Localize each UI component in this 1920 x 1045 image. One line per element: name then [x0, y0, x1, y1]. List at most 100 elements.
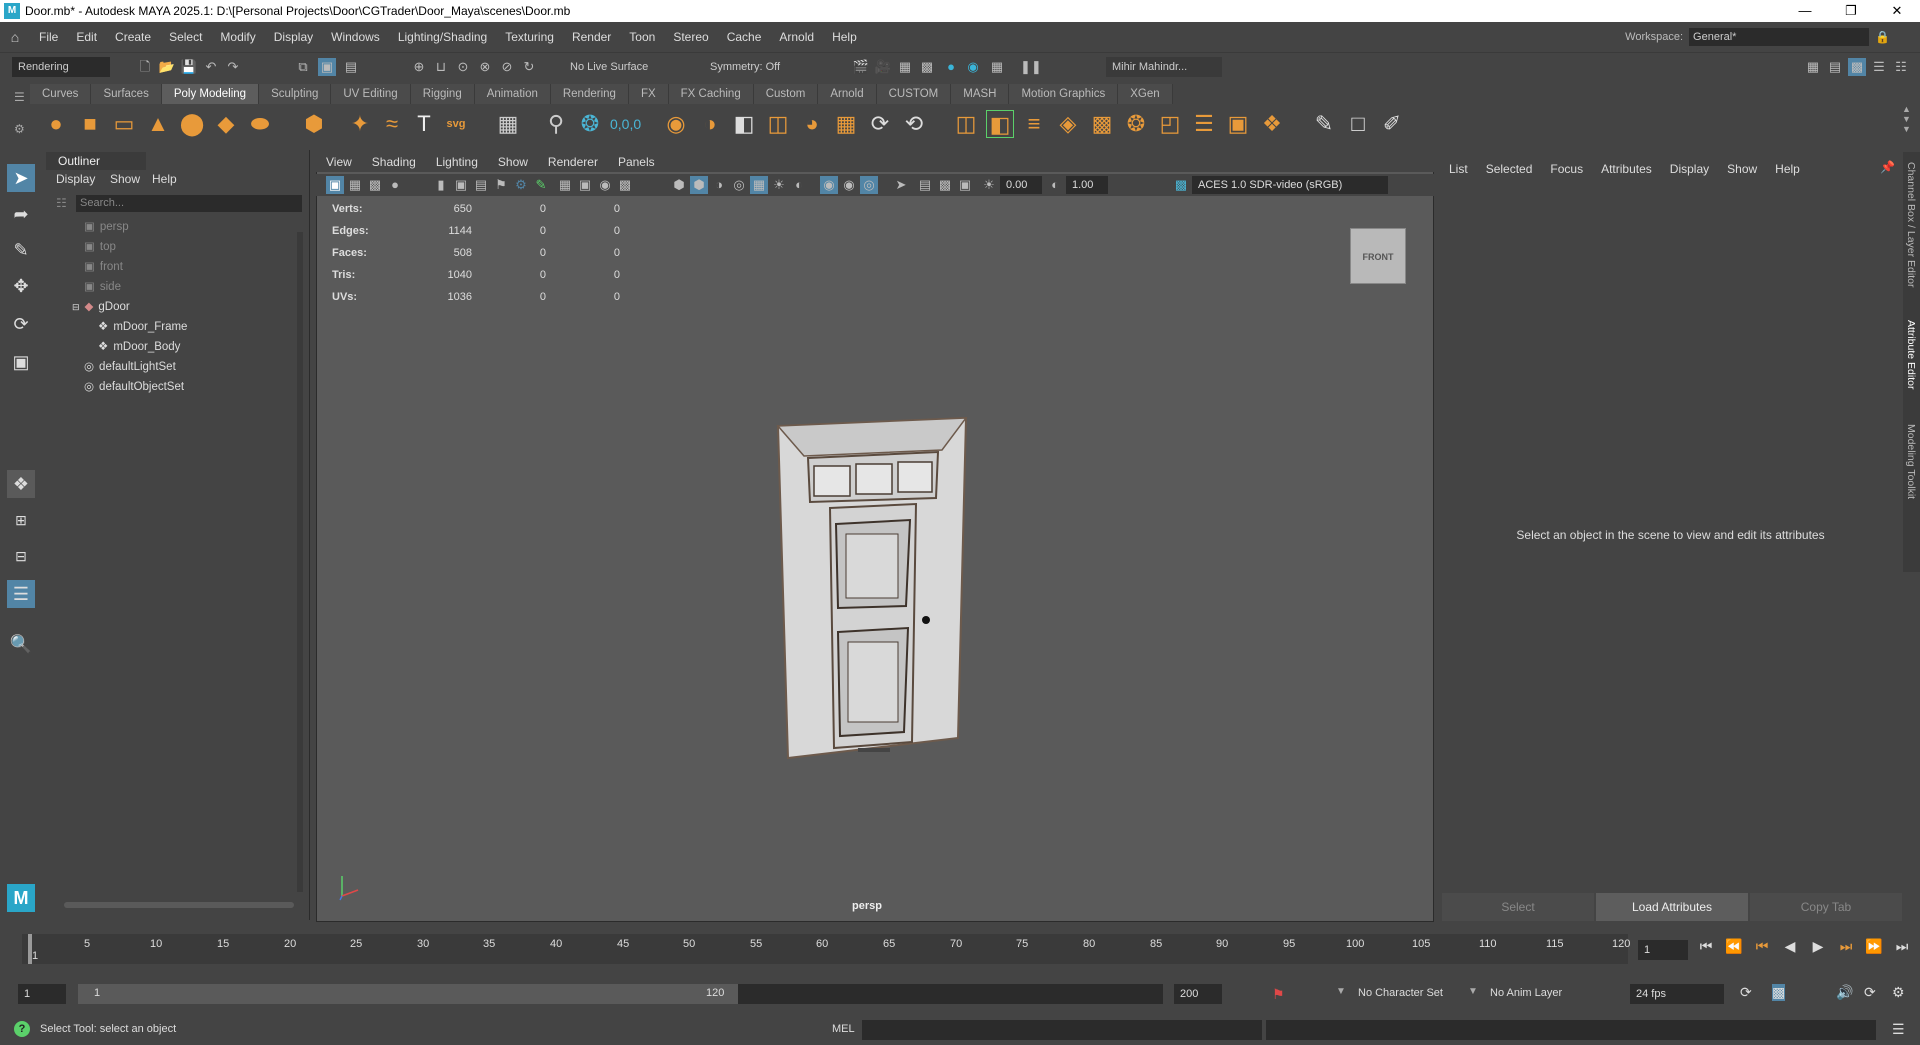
shelf-tab-arnold[interactable]: Arnold: [818, 84, 877, 104]
tab-modeling-toolkit[interactable]: Modeling Toolkit: [1905, 424, 1917, 499]
outliner-item-defaultObjectSet[interactable]: ◎ defaultObjectSet: [84, 377, 184, 397]
shelf-tab-custom-caps[interactable]: CUSTOM: [876, 84, 952, 104]
outliner-menu-display[interactable]: Display: [56, 172, 95, 186]
collapse-toggle-icon[interactable]: ⊟: [72, 297, 80, 317]
shelf-tab-poly-modeling[interactable]: Poly Modeling: [161, 84, 260, 104]
refresh-icon[interactable]: ⟳: [1864, 984, 1876, 1001]
select-object-icon[interactable]: ▣: [318, 58, 336, 76]
poke-icon[interactable]: ❖: [1258, 110, 1286, 138]
mirror-icon[interactable]: ◫: [764, 110, 792, 138]
step-forward-frame-icon[interactable]: ⏭: [1832, 938, 1860, 955]
door-model[interactable]: [770, 410, 980, 760]
viewport-layout-a-icon[interactable]: ▤: [916, 176, 934, 194]
arnold-render-icon[interactable]: ◉: [964, 58, 982, 76]
outliner-item-gDoor[interactable]: ⊟ ◆ gDoor: [72, 297, 130, 317]
gate-mask-icon[interactable]: ⚑: [492, 176, 510, 194]
viewport-layout-b-icon[interactable]: ▩: [936, 176, 954, 194]
viewport-menu-lighting[interactable]: Lighting: [426, 152, 488, 172]
shelf-tab-curves[interactable]: Curves: [30, 84, 92, 104]
menu-stereo[interactable]: Stereo: [664, 30, 717, 44]
live-surface-field[interactable]: No Live Surface: [564, 57, 664, 77]
edge-loop-icon[interactable]: □: [1344, 110, 1372, 138]
shelf-settings-icon[interactable]: ⚙: [14, 122, 25, 136]
xform-zero-icon[interactable]: 0,0,0: [610, 110, 641, 138]
menu-lighting-shading[interactable]: Lighting/Shading: [389, 30, 496, 44]
undo-icon[interactable]: ↶: [202, 58, 220, 76]
sound-icon[interactable]: 🔊: [1836, 984, 1853, 1001]
shelf-tab-rigging[interactable]: Rigging: [410, 84, 475, 104]
snap-live-icon[interactable]: ↻: [520, 58, 538, 76]
anim-preferences-icon[interactable]: ⚙: [1892, 984, 1905, 1001]
step-forward-key-icon[interactable]: ⏩: [1860, 938, 1888, 955]
close-icon[interactable]: ✕: [1874, 0, 1920, 22]
current-frame-field[interactable]: 1: [1638, 940, 1688, 960]
platonic-solid-icon[interactable]: ⬢: [300, 110, 328, 138]
play-backward-icon[interactable]: ◀: [1776, 938, 1804, 955]
separate-icon[interactable]: ◑: [696, 110, 724, 138]
symmetry-dropdown[interactable]: Symmetry: Off: [704, 57, 804, 77]
search-icon[interactable]: 🔍: [7, 630, 35, 658]
menu-edit[interactable]: Edit: [67, 30, 106, 44]
viewport-menu-renderer[interactable]: Renderer: [538, 152, 608, 172]
xray-active-icon[interactable]: ◎: [860, 176, 878, 194]
two-pane-layout-icon[interactable]: ⊟: [7, 542, 35, 570]
restore-icon[interactable]: ❐: [1828, 0, 1874, 22]
shelf-tab-xgen[interactable]: XGen: [1118, 84, 1173, 104]
poly-cylinder-icon[interactable]: ▭: [110, 110, 138, 138]
viewport-menu-show[interactable]: Show: [488, 152, 538, 172]
shelf-tab-sculpting[interactable]: Sculpting: [259, 84, 332, 104]
shelf-tab-fx[interactable]: FX: [628, 84, 669, 104]
new-scene-icon[interactable]: 🗋: [136, 58, 154, 76]
save-scene-icon[interactable]: 💾: [180, 58, 198, 76]
ipr-render-icon[interactable]: ▦: [896, 58, 914, 76]
four-pane-layout-icon[interactable]: ⊞: [7, 506, 35, 534]
xray-icon[interactable]: ◉: [820, 176, 838, 194]
shelf-tab-surfaces[interactable]: Surfaces: [91, 84, 162, 104]
range-bar[interactable]: [78, 984, 738, 1004]
menu-arnold[interactable]: Arnold: [770, 30, 823, 44]
color-management-icon[interactable]: ▩: [1172, 176, 1190, 194]
outliner-item-mDoor-Frame[interactable]: ❖ mDoor_Frame: [98, 317, 187, 337]
menu-texturing[interactable]: Texturing: [496, 30, 563, 44]
go-to-end-icon[interactable]: ⏭: [1888, 938, 1916, 955]
connect-icon[interactable]: ☰: [1190, 110, 1218, 138]
lasso-tool-icon[interactable]: ➦: [7, 200, 35, 228]
home-icon[interactable]: ⌂: [0, 29, 30, 45]
user-account-dropdown[interactable]: Mihir Mahindr...: [1106, 57, 1222, 77]
color-space-dropdown[interactable]: ACES 1.0 SDR-video (sRGB): [1192, 176, 1388, 194]
toggle-channel-box-icon[interactable]: ☷: [1892, 58, 1910, 76]
snap-curve-icon[interactable]: ⊔: [432, 58, 450, 76]
multi-cut-icon[interactable]: ✎: [1310, 110, 1338, 138]
single-pane-layout-icon[interactable]: ❖: [7, 470, 35, 498]
lock-camera-icon[interactable]: ▮: [432, 176, 450, 194]
snap-surface-icon[interactable]: ⊘: [498, 58, 516, 76]
shelf-tab-custom[interactable]: Custom: [753, 84, 819, 104]
menu-render[interactable]: Render: [563, 30, 620, 44]
ae-menu-show[interactable]: Show: [1718, 162, 1766, 176]
viewport-menu-shading[interactable]: Shading: [362, 152, 426, 172]
safe-action-icon[interactable]: ✎: [532, 176, 550, 194]
paint-select-icon[interactable]: ✎: [7, 236, 35, 264]
wedge-icon[interactable]: ▣: [1224, 110, 1252, 138]
toggle-attribute-editor-icon[interactable]: ▩: [1848, 58, 1866, 76]
wireframe-icon[interactable]: ▣: [576, 176, 594, 194]
workspace-dropdown[interactable]: General*: [1689, 28, 1870, 46]
lock-icon[interactable]: 🔒: [1875, 30, 1890, 44]
image-plane-icon[interactable]: ●: [386, 176, 404, 194]
filter-icon[interactable]: ☷: [56, 196, 67, 210]
pause-icon[interactable]: ❚❚: [1020, 58, 1042, 76]
textured-icon[interactable]: ⬢: [690, 176, 708, 194]
ae-menu-focus[interactable]: Focus: [1541, 162, 1592, 176]
hypershade-icon[interactable]: ●: [942, 58, 960, 76]
ambient-occlusion-icon[interactable]: ▦: [750, 176, 768, 194]
menuset-dropdown[interactable]: Rendering: [12, 57, 110, 77]
sweep-mesh-icon[interactable]: ≈: [378, 110, 406, 138]
isolate-icon[interactable]: ⬢: [670, 176, 688, 194]
poly-plane-icon[interactable]: ◆: [212, 110, 240, 138]
motion-blur-icon[interactable]: ☀: [770, 176, 788, 194]
exposure-icon[interactable]: ☀: [980, 176, 998, 194]
shelf-tab-mash[interactable]: MASH: [951, 84, 1010, 104]
move-tool-icon[interactable]: ✥: [7, 272, 35, 300]
outliner-menu-show[interactable]: Show: [110, 172, 140, 186]
snap-point-icon[interactable]: ⊙: [454, 58, 472, 76]
